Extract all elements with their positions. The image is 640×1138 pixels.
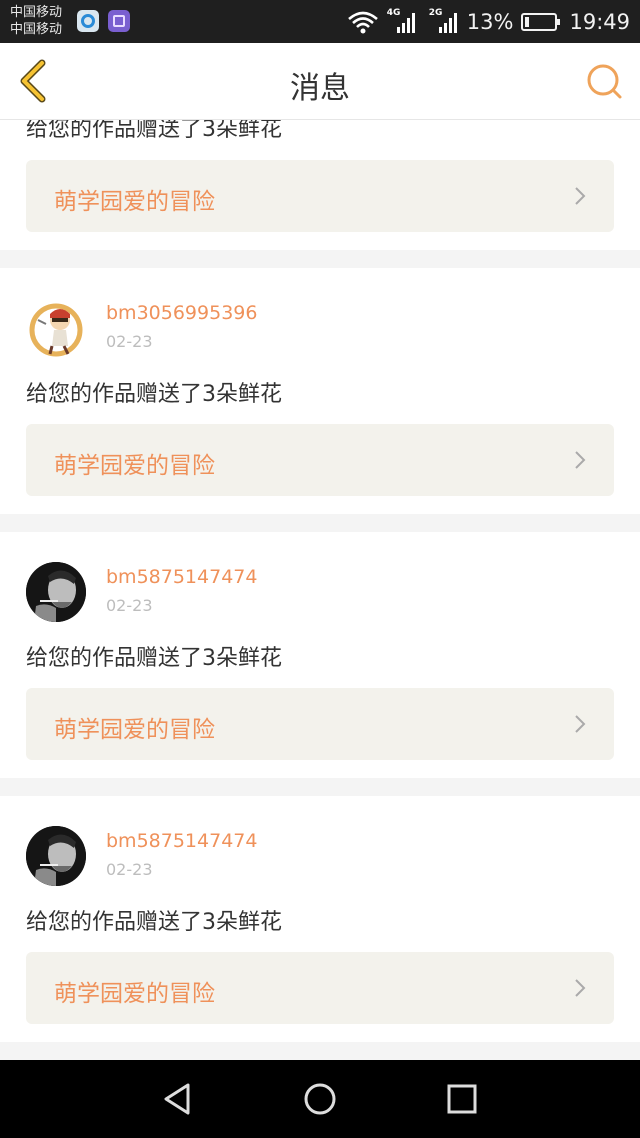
cartoon-avatar-icon — [29, 303, 83, 357]
portrait-avatar-icon — [26, 826, 86, 886]
work-title: 萌学园爱的冒险 — [54, 453, 215, 479]
search-button[interactable] — [586, 63, 624, 101]
message-text: 给您的作品赠送了3朵鲜花 — [26, 646, 282, 671]
chevron-right-icon — [575, 451, 586, 469]
app-header: 消息 — [0, 43, 640, 120]
work-title: 萌学园爱的冒险 — [54, 189, 215, 215]
avatar[interactable] — [26, 562, 86, 622]
app-gallery-icon — [108, 10, 130, 32]
work-link[interactable]: 萌学园爱的冒险 — [26, 424, 614, 496]
message-list: 给您的作品赠送了3朵鲜花 萌学园爱的冒险 bm3056995396 02-23 — [0, 120, 640, 1060]
user-row: bm5875147474 02-23 — [26, 562, 606, 622]
work-title: 萌学园爱的冒险 — [54, 981, 215, 1007]
battery-level — [525, 16, 530, 27]
chevron-right-icon — [575, 187, 586, 205]
avatar[interactable] — [26, 298, 86, 358]
nav-recents-button[interactable] — [442, 1079, 482, 1119]
message-date: 02-23 — [106, 596, 153, 615]
battery-percent: 13% — [466, 9, 514, 34]
message-card: bm5875147474 02-23 给您的作品赠送了3朵鲜花 萌学园爱的冒险 — [0, 796, 640, 1042]
message-card: bm3056995396 02-23 给您的作品赠送了3朵鲜花 萌学园爱的冒险 — [0, 268, 640, 514]
message-card: 给您的作品赠送了3朵鲜花 萌学园爱的冒险 — [0, 120, 640, 250]
nav-back-icon — [164, 1083, 190, 1115]
message-date: 02-23 — [106, 332, 153, 351]
work-link[interactable]: 萌学园爱的冒险 — [26, 952, 614, 1024]
carrier-names: 中国移动 中国移动 — [10, 4, 62, 38]
wifi-icon — [347, 11, 378, 33]
username-link[interactable]: bm3056995396 — [106, 302, 257, 324]
nav-back-button[interactable] — [158, 1079, 198, 1119]
work-link[interactable]: 萌学园爱的冒险 — [26, 160, 614, 232]
message-card: bm5875147474 02-23 给您的作品赠送了3朵鲜花 萌学园爱的冒险 — [0, 532, 640, 778]
page-title: 消息 — [290, 71, 350, 106]
status-bar: 中国移动 中国移动 4G 2G 13% 19:49 — [0, 0, 640, 43]
portrait-avatar-icon — [26, 562, 86, 622]
carrier-label: 中国移动 — [10, 22, 63, 37]
work-title: 萌学园爱的冒险 — [54, 717, 215, 743]
message-text: 给您的作品赠送了3朵鲜花 — [26, 910, 282, 935]
username-link[interactable]: bm5875147474 — [106, 830, 257, 852]
clock: 19:49 — [569, 9, 630, 34]
chevron-right-icon — [575, 979, 586, 997]
user-row: bm3056995396 02-23 — [26, 298, 606, 358]
work-link[interactable]: 萌学园爱的冒险 — [26, 688, 614, 760]
battery-icon — [521, 12, 561, 31]
message-date: 02-23 — [106, 860, 153, 879]
nav-home-icon — [304, 1083, 336, 1115]
chevron-right-icon — [575, 715, 586, 733]
search-icon — [587, 64, 622, 99]
username-link[interactable]: bm5875147474 — [106, 566, 257, 588]
nav-recents-icon — [447, 1084, 477, 1114]
signal-icon: 4G — [387, 8, 415, 33]
app-browser-icon — [77, 10, 99, 32]
carrier-label: 中国移动 — [10, 5, 63, 20]
message-text: 给您的作品赠送了3朵鲜花 — [26, 120, 282, 142]
signal-icon: 2G — [429, 8, 457, 33]
user-row: bm5875147474 02-23 — [26, 826, 606, 886]
nav-home-button[interactable] — [300, 1079, 340, 1119]
message-text: 给您的作品赠送了3朵鲜花 — [26, 382, 282, 407]
system-nav-bar — [0, 1060, 640, 1138]
avatar[interactable] — [26, 826, 86, 886]
